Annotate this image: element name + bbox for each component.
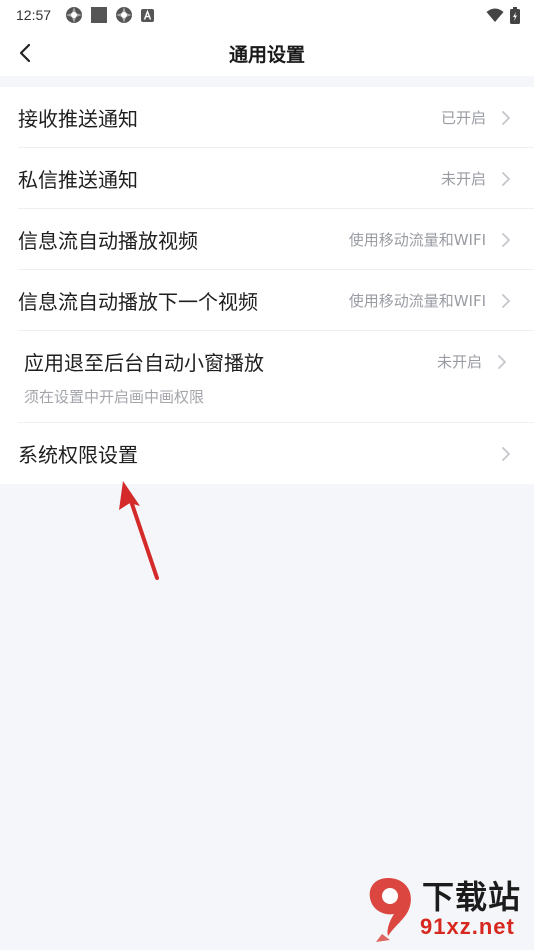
setting-row-private-message-notifications[interactable]: 私信推送通知 未开启 (0, 148, 534, 209)
setting-value: 使用移动流量和WIFI (348, 292, 486, 310)
app-a-icon (141, 8, 155, 22)
chevron-right-icon (502, 446, 510, 461)
battery-icon (510, 6, 520, 24)
setting-value: 使用移动流量和WIFI (348, 231, 486, 249)
setting-label: 信息流自动播放视频 (18, 229, 198, 253)
square-notification-icon (91, 7, 108, 23)
setting-row-background-pip[interactable]: 应用退至后台自动小窗播放 须在设置中开启画中画权限 未开启 (0, 331, 534, 423)
watermark-logo-icon (369, 878, 411, 942)
setting-value: 未开启 (440, 170, 486, 188)
setting-label: 应用退至后台自动小窗播放 (24, 351, 264, 375)
watermark-url: 91xz.net (420, 914, 515, 939)
setting-label: 接收推送通知 (18, 107, 138, 131)
navigation-bar: 通用设置 (0, 30, 534, 76)
setting-label: 系统权限设置 (18, 443, 138, 467)
chevron-right-icon (502, 171, 510, 186)
setting-row-system-permissions[interactable]: 系统权限设置 (0, 423, 534, 484)
setting-hint: 须在设置中开启画中画权限 (24, 388, 205, 406)
chevron-right-icon (498, 354, 506, 369)
back-button[interactable] (10, 38, 40, 68)
status-bar: 12:57 (0, 0, 534, 30)
setting-row-push-notifications[interactable]: 接收推送通知 已开启 (0, 87, 534, 148)
status-icons-left (65, 6, 155, 24)
setting-row-feed-autoplay[interactable]: 信息流自动播放视频 使用移动流量和WIFI (0, 209, 534, 270)
status-time: 12:57 (16, 7, 52, 23)
page-title: 通用设置 (228, 43, 305, 66)
setting-right: 未开启 (437, 351, 508, 372)
setting-value: 未开启 (436, 353, 482, 371)
settings-list: 接收推送通知 已开启 私信推送通知 未开启 信息流自动播放视频 使用移动流量和W… (0, 87, 534, 484)
site-watermark: 下载站 91xz.net (360, 870, 528, 946)
setting-row-feed-autoplay-next[interactable]: 信息流自动播放下一个视频 使用移动流量和WIFI (0, 270, 534, 331)
chevron-left-icon (19, 43, 31, 63)
setting-value: 已开启 (440, 109, 486, 127)
setting-label: 信息流自动播放下一个视频 (18, 290, 258, 314)
chevron-right-icon (502, 110, 510, 125)
setting-label: 私信推送通知 (18, 168, 138, 192)
chevron-right-icon (502, 293, 510, 308)
status-icons-right (486, 6, 520, 24)
wifi-icon (486, 8, 504, 22)
aperture-icon (66, 7, 83, 23)
chevron-right-icon (502, 232, 510, 247)
watermark-title: 下载站 (422, 878, 522, 916)
aperture-icon (116, 7, 133, 23)
